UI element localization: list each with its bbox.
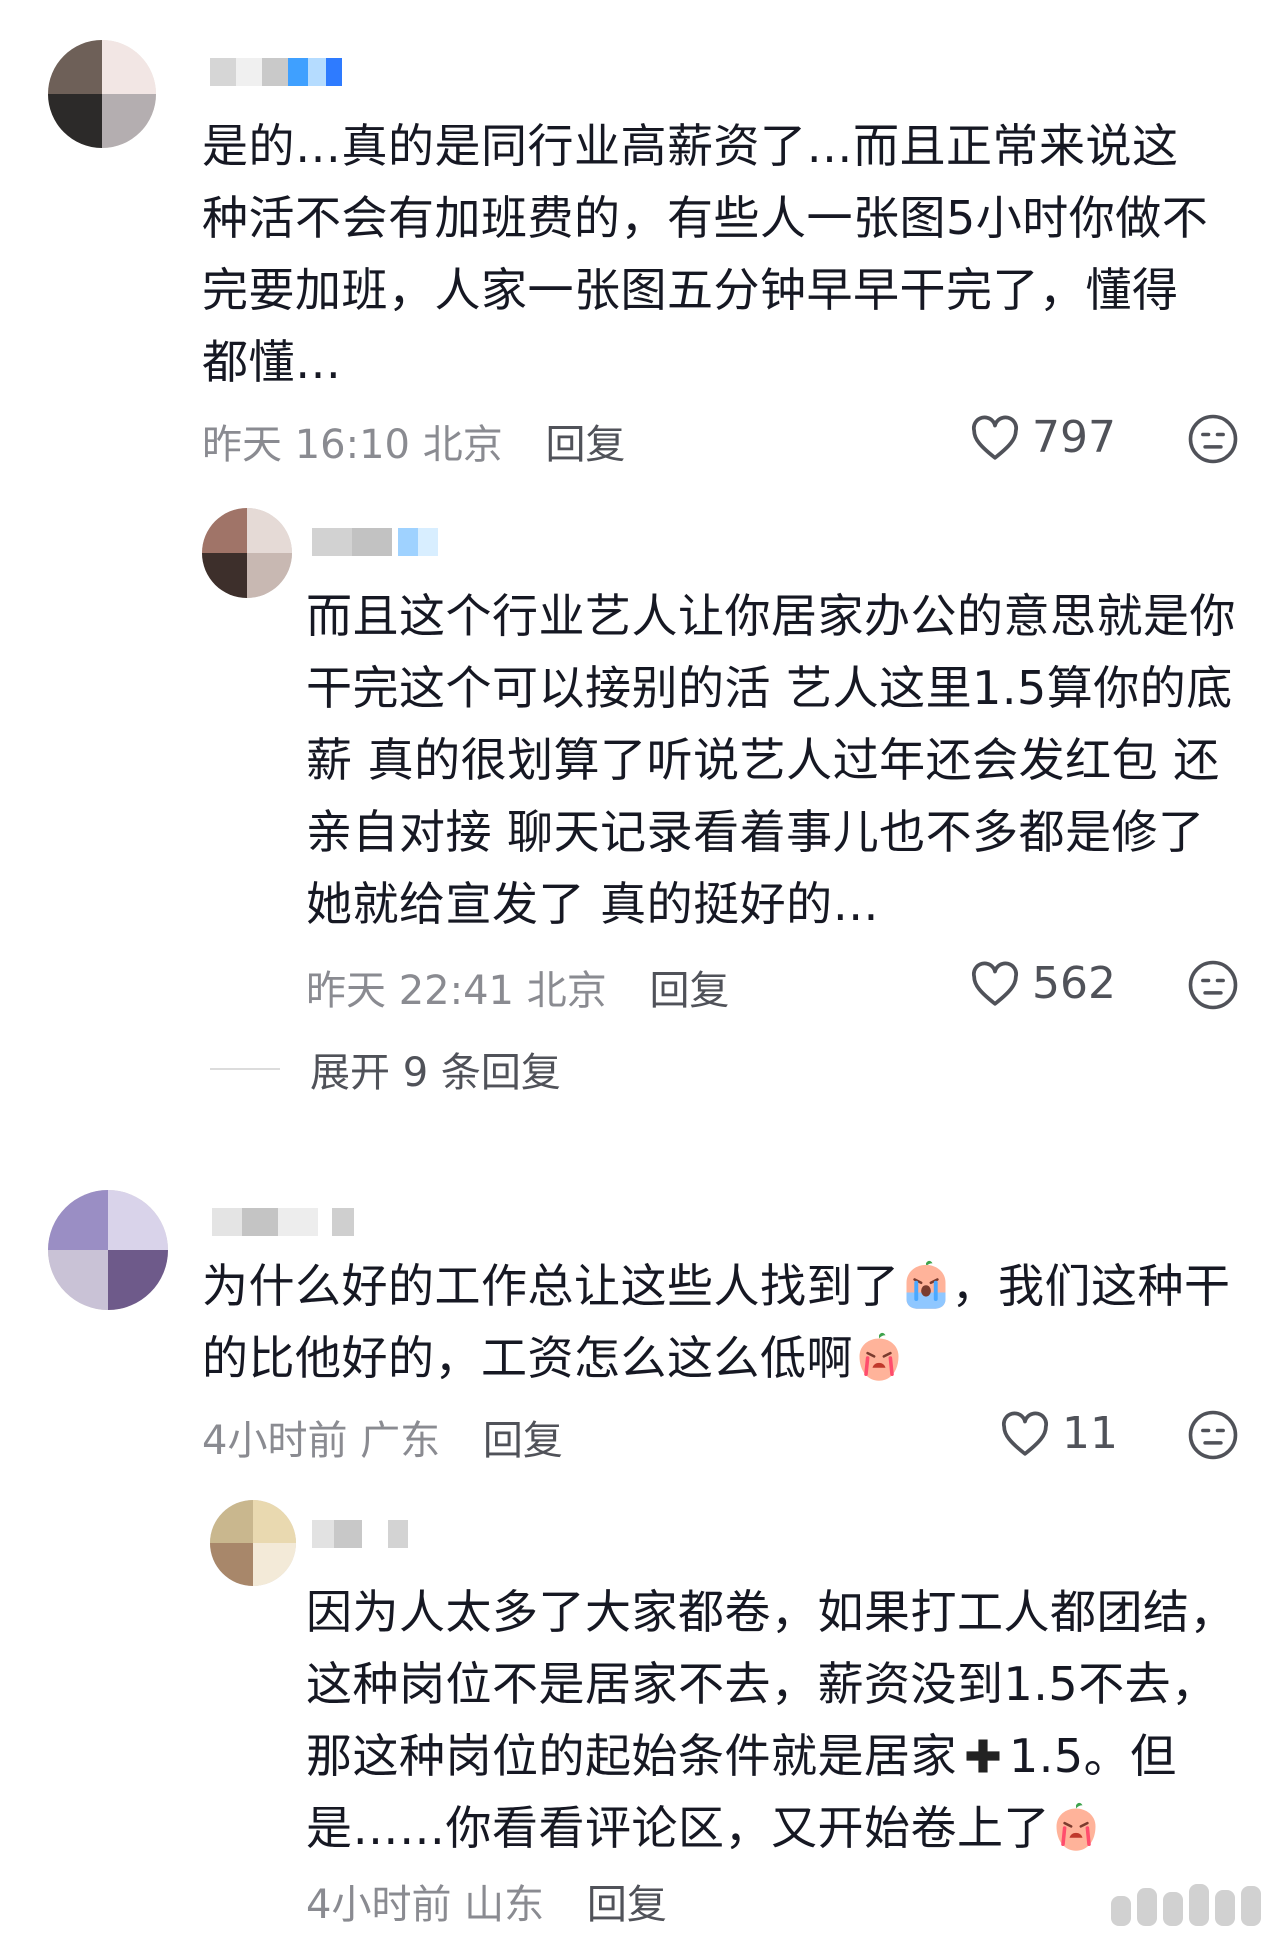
like-button[interactable]: 797	[970, 412, 1116, 463]
reply-button[interactable]: 回复	[649, 968, 729, 1014]
username-blurred[interactable]	[210, 58, 350, 86]
like-button[interactable]: 11	[1000, 1408, 1118, 1459]
avatar[interactable]	[202, 508, 292, 598]
comment-meta: 4小时前 山东 回复	[306, 1872, 667, 1930]
comment-text: 为什么好的工作总让这些人找到了 ，我们这种干的比他好的，工资怎么这么低啊	[202, 1250, 1242, 1394]
comment-time: 昨天 16:10	[202, 422, 410, 468]
neutral-face-icon[interactable]	[1186, 958, 1240, 1012]
expand-replies-button[interactable]: 展开 9 条回复	[210, 1040, 561, 1098]
neutral-face-icon[interactable]	[1186, 412, 1240, 466]
crying-face-emoji	[859, 1332, 899, 1381]
comment-meta: 昨天 22:41 北京 回复	[306, 958, 729, 1016]
heart-outline-icon	[971, 961, 1019, 1006]
expand-replies-label: 展开 9 条回复	[310, 1050, 561, 1096]
avatar[interactable]	[48, 1190, 168, 1310]
comment-location: 北京	[526, 968, 607, 1014]
comment-location: 北京	[422, 422, 503, 468]
like-button[interactable]: 562	[970, 958, 1116, 1009]
avatar[interactable]	[210, 1500, 296, 1586]
reply-button[interactable]: 回复	[587, 1882, 667, 1928]
username-blurred[interactable]	[312, 1520, 412, 1548]
comment-time: 4小时前	[306, 1882, 452, 1928]
crying-face-emoji	[1056, 1802, 1096, 1851]
plus-sign-emoji	[966, 1739, 1000, 1773]
heart-outline-icon	[1001, 1411, 1049, 1456]
watermark-logo	[1111, 1884, 1261, 1926]
username-blurred[interactable]	[312, 528, 452, 556]
comment-text-part: 为什么好的工作总让这些人找到了	[202, 1259, 900, 1313]
like-count: 797	[1032, 412, 1116, 463]
reply-button[interactable]: 回复	[545, 422, 625, 468]
crying-face-emoji	[906, 1260, 945, 1309]
like-count: 562	[1032, 958, 1116, 1009]
comment-location: 广东	[360, 1418, 441, 1464]
heart-outline-icon	[971, 415, 1019, 460]
comment-meta: 4小时前 广东 回复	[202, 1408, 563, 1466]
username-blurred[interactable]	[212, 1208, 362, 1236]
comment-time: 4小时前	[202, 1418, 348, 1464]
comment-text: 而且这个行业艺人让你居家办公的意思就是你干完这个可以接别的活 艺人这里1.5算你…	[306, 589, 1236, 931]
comment-text: 是的…真的是同行业高薪资了…而且正常来说这种活不会有加班费的，有些人一张图5小时…	[202, 119, 1209, 389]
comment-text: 因为人太多了大家都卷，如果打工人都团结，这种岗位不是居家不去，薪资没到1.5不去…	[306, 1576, 1246, 1864]
comment-time: 昨天 22:41	[306, 968, 514, 1014]
neutral-face-icon[interactable]	[1186, 1408, 1240, 1462]
divider-line	[210, 1068, 280, 1070]
comment-meta: 昨天 16:10 北京 回复	[202, 412, 625, 470]
like-count: 11	[1062, 1408, 1118, 1459]
comment-location: 山东	[464, 1882, 545, 1928]
reply-button[interactable]: 回复	[483, 1418, 563, 1464]
avatar[interactable]	[48, 40, 156, 148]
